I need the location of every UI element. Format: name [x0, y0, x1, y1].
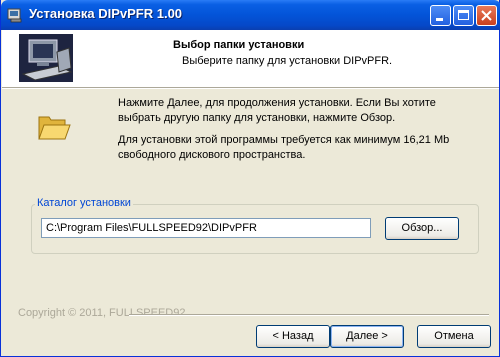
window-title: Установка DIPvPFR 1.00: [29, 6, 183, 21]
instruction-text: Нажмите Далее, для продолжения установки…: [118, 97, 436, 124]
space-required-text: Для установки этой программы требуется к…: [118, 134, 450, 161]
open-folder-icon: [38, 116, 71, 140]
close-button[interactable]: [476, 5, 497, 26]
minimize-icon: [436, 18, 443, 21]
computer-setup-icon: [19, 34, 73, 82]
installer-window: Установка DIPvPFR 1.00 Выбор папки устан…: [0, 0, 500, 357]
install-dir-label: Каталог установки: [35, 197, 133, 209]
copyright-text: Copyright © 2011, FULLSPEED92: [18, 307, 186, 319]
install-path-input[interactable]: C:\Program Files\FULLSPEED92\DIPvPFR: [41, 218, 371, 238]
wizard-header: Выбор папки установки Выберите папку для…: [2, 30, 499, 87]
cancel-button[interactable]: Отмена: [417, 325, 491, 348]
maximize-button[interactable]: [453, 5, 474, 26]
back-button[interactable]: < Назад: [256, 325, 330, 348]
page-title: Выбор папки установки: [173, 39, 305, 51]
maximize-icon: [458, 10, 469, 20]
title-bar[interactable]: Установка DIPvPFR 1.00: [1, 0, 500, 30]
minimize-button[interactable]: [430, 5, 451, 26]
close-icon: [481, 10, 492, 21]
browse-button[interactable]: Обзор...: [385, 217, 459, 240]
page-subtitle: Выберите папку для установки DIPvPFR.: [182, 55, 393, 67]
footer-divider: [129, 314, 489, 316]
setup-app-icon: [7, 8, 22, 23]
header-divider: [2, 87, 499, 89]
next-button[interactable]: Далее >: [330, 325, 404, 348]
